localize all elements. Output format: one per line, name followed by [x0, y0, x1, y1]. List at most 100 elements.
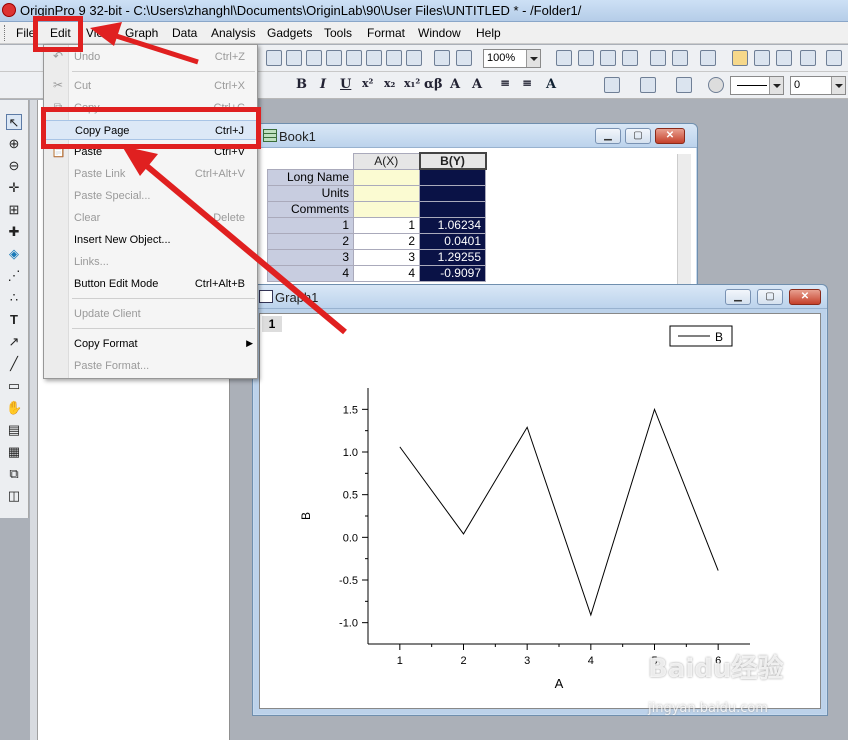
save-icon[interactable]: [306, 50, 322, 66]
import-single-icon[interactable]: [366, 50, 382, 66]
row-label-comments[interactable]: Comments: [267, 200, 354, 218]
cell[interactable]: [353, 200, 420, 218]
column-header-a[interactable]: A(X): [353, 152, 420, 170]
menu-graph[interactable]: Graph: [125, 26, 158, 40]
menu-window[interactable]: Window: [418, 26, 461, 40]
book1-title-bar[interactable]: Book1 ▁ ▢ ✕: [257, 124, 697, 148]
text-tool-icon[interactable]: T: [6, 312, 22, 328]
cell[interactable]: [353, 184, 420, 202]
cell[interactable]: -0.9097: [419, 264, 486, 282]
bold-icon[interactable]: B: [296, 77, 307, 92]
chevron-down-icon[interactable]: [831, 77, 845, 94]
menu-item-copy-format[interactable]: Copy Format ▶: [44, 334, 257, 354]
line-color-icon[interactable]: [676, 77, 692, 93]
region-select-icon[interactable]: ⋰: [6, 268, 22, 284]
cell[interactable]: [419, 184, 486, 202]
chevron-down-icon[interactable]: [769, 77, 783, 94]
row-number[interactable]: 3: [267, 248, 354, 266]
zoom-out-icon[interactable]: ⊖: [6, 158, 22, 174]
menu-analysis[interactable]: Analysis: [211, 26, 256, 40]
pointer-icon[interactable]: ↖: [6, 114, 22, 130]
data-reader-icon[interactable]: ✚: [6, 224, 22, 240]
minimize-button[interactable]: ▁: [725, 289, 751, 305]
menu-item-links[interactable]: Links...: [44, 252, 257, 272]
project-explorer-icon[interactable]: [700, 50, 716, 66]
command-window-icon[interactable]: [672, 50, 688, 66]
super-subscript-icon[interactable]: x₁²: [404, 77, 420, 90]
underline-icon[interactable]: U: [340, 77, 351, 92]
graph-template-icon[interactable]: ▤: [6, 422, 22, 438]
italic-icon[interactable]: I: [320, 77, 326, 92]
import-ascii-icon[interactable]: [386, 50, 402, 66]
subscript-icon[interactable]: x₂: [384, 77, 395, 90]
line-style-combo[interactable]: [730, 76, 784, 95]
cell[interactable]: 4: [353, 264, 420, 282]
code-builder-icon[interactable]: [622, 50, 638, 66]
close-button[interactable]: ✕: [789, 289, 821, 305]
menu-item-copy[interactable]: ⧉ Copy Ctrl+C: [44, 98, 257, 118]
decrease-font-icon[interactable]: A: [472, 77, 482, 92]
table-icon[interactable]: ▦: [6, 444, 22, 460]
menu-item-copy-page[interactable]: Copy Page Ctrl+J: [44, 120, 257, 140]
minimize-button[interactable]: ▁: [595, 128, 621, 144]
refresh-icon[interactable]: [456, 50, 472, 66]
menu-data[interactable]: Data: [172, 26, 197, 40]
cell[interactable]: 1.29255: [419, 248, 486, 266]
line-tool-icon[interactable]: ╱: [6, 356, 22, 372]
menu-item-insert-new-object[interactable]: Insert New Object...: [44, 230, 257, 250]
font-color-icon[interactable]: A: [546, 77, 556, 92]
superscript-icon[interactable]: x²: [362, 77, 373, 90]
row-number[interactable]: 1: [267, 216, 354, 234]
menu-file[interactable]: File: [16, 26, 35, 40]
open-icon[interactable]: [266, 50, 282, 66]
brightness-icon[interactable]: [708, 77, 724, 93]
screen-reader-icon[interactable]: ✛: [6, 180, 22, 196]
increase-font-icon[interactable]: A: [450, 77, 460, 92]
menu-item-paste-special[interactable]: Paste Special...: [44, 186, 257, 206]
fill-color-icon[interactable]: [604, 77, 620, 93]
rectangle-tool-icon[interactable]: ▭: [6, 378, 22, 394]
cube-icon[interactable]: ◫: [6, 488, 22, 504]
menu-help[interactable]: Help: [476, 26, 501, 40]
cell[interactable]: 3: [353, 248, 420, 266]
add-icon[interactable]: [826, 50, 842, 66]
align-left-icon[interactable]: ≡: [500, 76, 510, 90]
export-icon[interactable]: [600, 50, 616, 66]
layer-icon[interactable]: [800, 50, 816, 66]
open-template-icon[interactable]: [286, 50, 302, 66]
save-template-icon[interactable]: [326, 50, 342, 66]
cell[interactable]: 1.06234: [419, 216, 486, 234]
maximize-button[interactable]: ▢: [625, 128, 651, 144]
column-header-b[interactable]: B(Y): [418, 152, 487, 170]
cell[interactable]: 1: [353, 216, 420, 234]
graph1-title-bar[interactable]: Graph1 ▁ ▢ ✕: [253, 285, 827, 309]
import-icon[interactable]: [346, 50, 362, 66]
chevron-down-icon[interactable]: [526, 50, 540, 67]
row-label-long-name[interactable]: Long Name: [267, 168, 354, 186]
zoom-combo[interactable]: 100%: [483, 49, 541, 68]
menu-item-paste[interactable]: 📋 Paste Ctrl+V: [44, 142, 257, 162]
line-width-combo[interactable]: 0: [790, 76, 846, 95]
row-label-units[interactable]: Units: [267, 184, 354, 202]
maximize-button[interactable]: ▢: [757, 289, 783, 305]
menu-item-button-edit-mode[interactable]: Button Edit Mode Ctrl+Alt+B: [44, 274, 257, 294]
draw-data-icon[interactable]: ◈: [6, 246, 22, 262]
layer-tool-icon[interactable]: ⧉: [6, 466, 22, 482]
duplicate-icon[interactable]: [434, 50, 450, 66]
vertical-scrollbar[interactable]: [677, 154, 691, 284]
pattern-icon[interactable]: [640, 77, 656, 93]
messages-icon[interactable]: [732, 50, 748, 66]
menu-item-update-client[interactable]: Update Client: [44, 304, 257, 324]
close-button[interactable]: ✕: [655, 128, 685, 144]
greek-icon[interactable]: αβ: [424, 77, 443, 92]
results-log-icon[interactable]: [650, 50, 666, 66]
print-icon[interactable]: [556, 50, 572, 66]
data-selector-icon[interactable]: ⊞: [6, 202, 22, 218]
help-icon[interactable]: [776, 50, 792, 66]
cell[interactable]: 0.0401: [419, 232, 486, 250]
row-number[interactable]: 4: [267, 264, 354, 282]
menu-item-paste-link[interactable]: Paste Link Ctrl+Alt+V: [44, 164, 257, 184]
row-number[interactable]: 2: [267, 232, 354, 250]
cell[interactable]: 2: [353, 232, 420, 250]
menu-item-cut[interactable]: ✂ Cut Ctrl+X: [44, 76, 257, 96]
